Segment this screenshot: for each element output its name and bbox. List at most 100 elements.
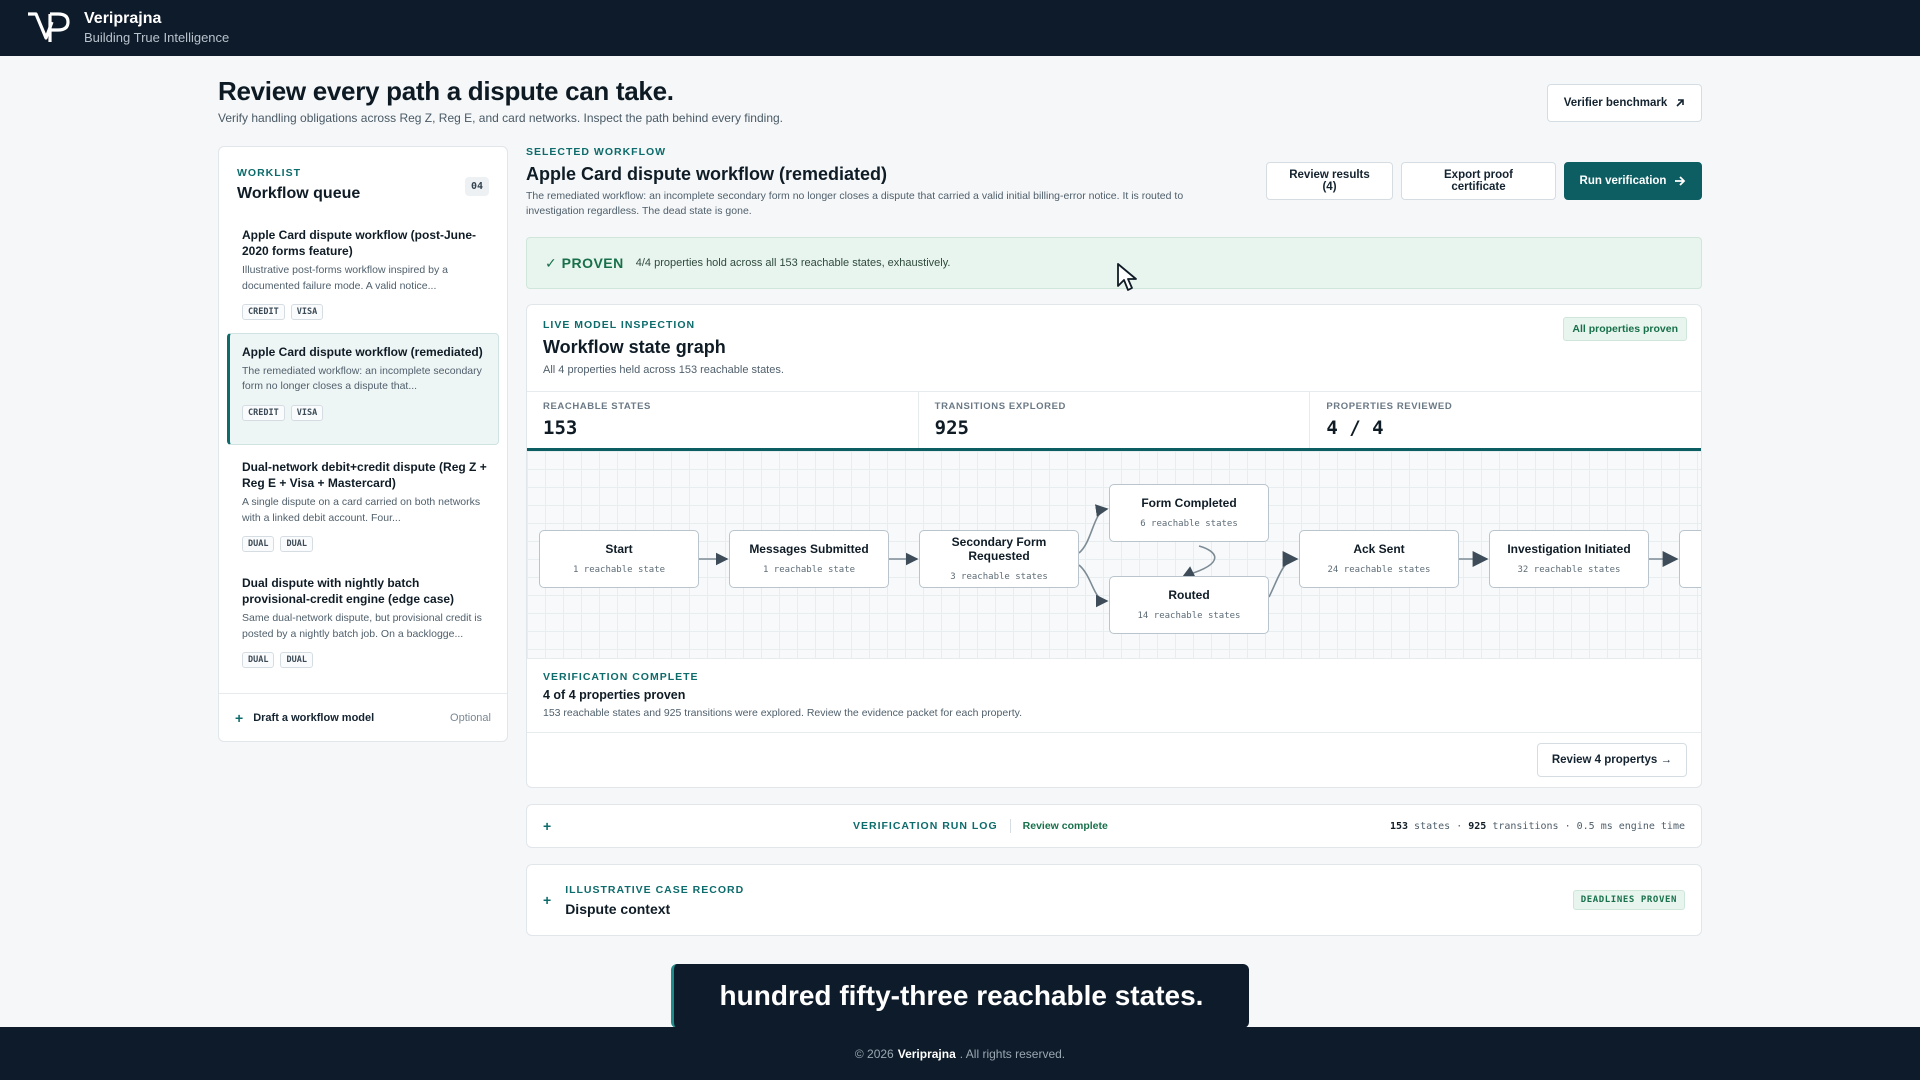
run-log-title: VERIFICATION RUN LOG Review complete <box>853 819 1108 833</box>
stat-properties: PROPERTIES REVIEWED 4 / 4 <box>1310 392 1701 448</box>
review-results-button[interactable]: Review results (4) <box>1266 162 1393 200</box>
edge-form-routed <box>1181 545 1216 578</box>
run-log-status: Review complete <box>1022 820 1108 832</box>
mouse-cursor-icon <box>1117 263 1137 291</box>
state-graph-canvas[interactable]: Start 1 reachable state Messages Submitt… <box>527 451 1701 659</box>
page-footer: © 2026 Veriprajna . All rights reserved. <box>0 1027 1920 1080</box>
run-log-states: 153 <box>1389 820 1409 832</box>
run-verification-label: Run verification <box>1579 175 1667 187</box>
node-overflow[interactable] <box>1679 530 1701 588</box>
tag-dual: DUAL <box>280 651 313 668</box>
node-messages-submitted[interactable]: Messages Submitted 1 reachable state <box>729 530 889 588</box>
node-investigation-initiated[interactable]: Investigation Initiated 32 reachable sta… <box>1489 530 1649 588</box>
graph-stats: REACHABLE STATES 153 TRANSITIONS EXPLORE… <box>527 391 1701 451</box>
worklist-item-remediated[interactable]: Apple Card dispute workflow (remediated)… <box>227 333 499 445</box>
stat-value: 925 <box>934 417 969 439</box>
verifier-benchmark-button[interactable]: Verifier benchmark <box>1547 84 1702 122</box>
footer-copyright: © 2026 <box>854 1046 894 1061</box>
checkmark-icon: ✓ <box>545 254 558 271</box>
brand-logo-icon[interactable] <box>26 10 74 46</box>
footer-brand: Veriprajna <box>897 1046 956 1061</box>
node-count: 6 reachable states <box>1140 518 1238 529</box>
stat-reachable-states: REACHABLE STATES 153 <box>527 392 919 448</box>
worklist-item-desc: Illustrative post-forms workflow inspire… <box>242 264 448 292</box>
optional-label: Optional <box>450 711 491 724</box>
tag-dual: DUAL <box>242 651 275 668</box>
node-count: 1 reachable state <box>762 564 856 575</box>
review-properties-button[interactable]: Review 4 propertys → <box>1536 743 1687 777</box>
worklist-header: WORKLIST Workflow queue 04 <box>219 147 507 213</box>
edge-routed-ack <box>1268 551 1299 598</box>
worklist-eyebrow: WORKLIST <box>237 167 301 179</box>
verification-title: 4 of 4 properties proven <box>543 688 686 702</box>
stat-label: PROPERTIES REVIEWED <box>1326 401 1453 412</box>
tag-visa: VISA <box>290 404 324 421</box>
state-graph-card: LIVE MODEL INSPECTION Workflow state gra… <box>526 304 1702 788</box>
case-record-title: Dispute context <box>565 900 671 917</box>
worklist-item-title: Dual-network debit+credit dispute (Reg Z… <box>242 460 487 491</box>
page-subtitle: Verify handling obligations across Reg Z… <box>218 111 783 125</box>
proven-text: 4/4 properties hold across all 153 reach… <box>635 257 951 269</box>
node-start[interactable]: Start 1 reachable state <box>539 530 699 588</box>
graph-title: Workflow state graph <box>543 337 726 357</box>
selected-workflow-header: SELECTED WORKFLOW Apple Card dispute wor… <box>526 146 1702 218</box>
case-record-text: ILLUSTRATIVE CASE RECORD Dispute context <box>565 884 744 917</box>
worklist-panel: WORKLIST Workflow queue 04 Apple Card di… <box>218 146 508 742</box>
run-log-label: VERIFICATION RUN LOG <box>853 820 998 832</box>
verification-desc: 153 reachable states and 925 transitions… <box>543 707 1023 719</box>
verification-eyebrow: VERIFICATION COMPLETE <box>543 671 699 683</box>
node-count: 1 reachable state <box>572 564 666 575</box>
draft-workflow-button[interactable]: + Draft a workflow model Optional <box>219 693 507 741</box>
all-proven-badge: All properties proven <box>1563 317 1687 341</box>
brand-tagline: Building True Intelligence <box>84 29 230 45</box>
worklist-item-desc: The remediated workflow: an incomplete s… <box>242 365 482 393</box>
graph-eyebrow: LIVE MODEL INSPECTION <box>543 319 696 331</box>
worklist-item-title: Dual dispute with nightly batch provisio… <box>242 576 455 607</box>
proven-banner: ✓ PROVEN 4/4 properties hold across all … <box>526 237 1702 289</box>
divider <box>1009 819 1011 833</box>
worklist-item-nightly-batch[interactable]: Dual dispute with nightly batch provisio… <box>227 565 499 677</box>
proven-status: ✓ PROVEN <box>545 255 624 272</box>
run-verification-button[interactable]: Run verification <box>1564 162 1702 200</box>
video-caption: hundred fifty-three reachable states. <box>671 964 1249 1028</box>
workflow-actions: Review results (4) Export proof certific… <box>1266 162 1702 200</box>
edge-secondary-form <box>1078 504 1109 554</box>
tag-dual: DUAL <box>242 535 275 552</box>
worklist-item-dual-network[interactable]: Dual-network debit+credit dispute (Reg Z… <box>227 449 499 561</box>
deadlines-proven-badge: DEADLINES PROVEN <box>1572 890 1685 910</box>
tag-visa: VISA <box>290 303 324 320</box>
worklist-item-desc: Same dual-network dispute, but provision… <box>242 612 482 640</box>
node-name: Start <box>605 542 633 557</box>
graph-card-header: LIVE MODEL INSPECTION Workflow state gra… <box>527 305 1701 391</box>
worklist-count-badge: 04 <box>464 177 489 196</box>
node-secondary-form-requested[interactable]: Secondary Form Requested 3 reachable sta… <box>919 530 1079 588</box>
verification-run-log[interactable]: + VERIFICATION RUN LOG Review complete 1… <box>526 804 1702 848</box>
node-form-completed[interactable]: Form Completed 6 reachable states <box>1109 484 1269 542</box>
selected-workflow-desc: The remediated workflow: an incomplete s… <box>526 190 1184 217</box>
run-log-states-unit: states <box>1414 820 1451 832</box>
verification-footer: Review 4 propertys → <box>527 733 1701 787</box>
case-record[interactable]: + ILLUSTRATIVE CASE RECORD Dispute conte… <box>526 864 1702 936</box>
node-name: Routed <box>1168 588 1210 603</box>
node-name: Secondary Form Requested <box>951 535 1047 563</box>
run-log-engine-time: 0.5 ms engine time <box>1576 820 1685 832</box>
stat-value: 4 / 4 <box>1326 417 1384 439</box>
node-count: 14 reachable states <box>1137 610 1241 621</box>
export-proof-button[interactable]: Export proof certificate <box>1401 162 1556 200</box>
proven-label: PROVEN <box>561 254 624 271</box>
expand-plus-icon[interactable]: + <box>543 818 551 834</box>
node-name: Investigation Initiated <box>1507 542 1631 557</box>
expand-plus-icon[interactable]: + <box>543 892 551 908</box>
node-count: 24 reachable states <box>1327 564 1431 575</box>
top-header: Veriprajna Building True Intelligence <box>0 0 1920 56</box>
external-arrow-icon <box>1676 99 1685 107</box>
brand: Veriprajna Building True Intelligence <box>84 10 229 45</box>
worklist-item-post-forms[interactable]: Apple Card dispute workflow (post-June-2… <box>227 217 499 329</box>
node-routed[interactable]: Routed 14 reachable states <box>1109 576 1269 634</box>
run-log-metrics: 153 states · 925 transitions · 0.5 ms en… <box>1389 820 1685 832</box>
plus-icon: + <box>235 709 244 726</box>
node-name: Form Completed <box>1141 496 1237 511</box>
stat-transitions: TRANSITIONS EXPLORED 925 <box>919 392 1311 448</box>
worklist-item-title: Apple Card dispute workflow (remediated) <box>242 345 483 359</box>
node-ack-sent[interactable]: Ack Sent 24 reachable states <box>1299 530 1459 588</box>
